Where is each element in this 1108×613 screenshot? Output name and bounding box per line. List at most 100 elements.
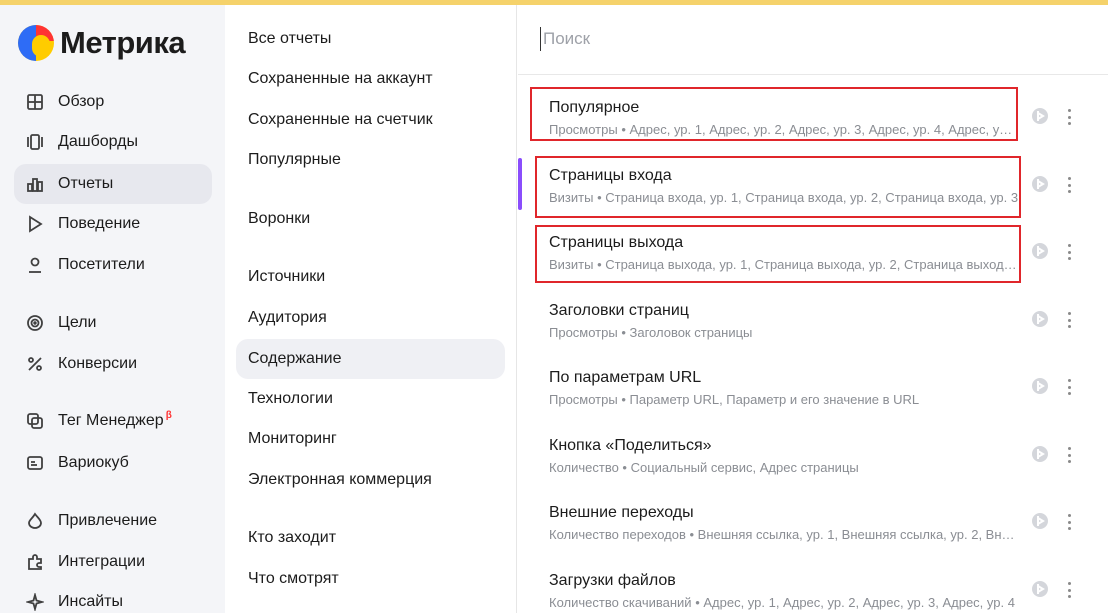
report-title: Заголовки страниц <box>549 302 689 319</box>
sidebar-item-label: Посетители <box>58 256 145 273</box>
report-title: Кнопка «Поделиться» <box>549 437 712 454</box>
more-menu-icon[interactable] <box>1063 309 1075 331</box>
report-dimensions: Страница входа, ур. 1, Страница входа, у… <box>605 190 1019 205</box>
report-title: Загрузки файлов <box>549 572 676 589</box>
sidebar-item-label: Цели <box>58 314 97 331</box>
sidebar-item-integrations[interactable]: Интеграции <box>14 542 212 582</box>
report-dimensions: Адрес, ур. 1, Адрес, ур. 2, Адрес, ур. 3… <box>629 122 1020 137</box>
report-group-all[interactable]: Все отчеты <box>236 19 505 59</box>
report-group-saved-counter[interactable]: Сохраненные на счетчик <box>236 100 505 140</box>
report-subtitle: Визиты • Страница выхода, ур. 1, Страниц… <box>549 257 1019 272</box>
sidebar-item-label: Интеграции <box>58 553 146 570</box>
report-subtitle: Количество • Социальный сервис, Адрес ст… <box>549 460 859 475</box>
share-icon[interactable] <box>1031 242 1049 260</box>
share-icon[interactable] <box>1031 445 1049 463</box>
main-sidebar: Метрика Обзор Дашборды Отчеты Поведение … <box>0 5 225 613</box>
report-group-label: Что смотрят <box>248 570 339 587</box>
more-menu-icon[interactable] <box>1063 444 1075 466</box>
report-group-popular[interactable]: Популярные <box>236 140 505 180</box>
report-item-popular[interactable]: Популярное Просмотры • Адрес, ур. 1, Адр… <box>518 91 1108 155</box>
report-title: По параметрам URL <box>549 369 702 386</box>
share-icon[interactable] <box>1031 512 1049 530</box>
sidebar-item-visitors[interactable]: Посетители <box>14 245 212 285</box>
report-subtitle: Количество скачиваний • Адрес, ур. 1, Ад… <box>549 595 1015 610</box>
report-group-label: Популярные <box>248 151 341 168</box>
search-bar <box>518 5 1108 75</box>
sidebar-item-acquisition[interactable]: Привлечение <box>14 501 212 541</box>
sidebar-item-conversions[interactable]: Конверсии <box>14 344 212 384</box>
report-group-content[interactable]: Содержание <box>236 339 505 379</box>
report-item-share-button[interactable]: Кнопка «Поделиться» Количество • Социаль… <box>518 429 1108 493</box>
report-group-label: Сохраненные на аккаунт <box>248 70 433 87</box>
sidebar-item-reports[interactable]: Отчеты <box>14 164 212 204</box>
report-group-monitoring[interactable]: Мониторинг <box>236 419 505 459</box>
sidebar-item-label: Дашборды <box>58 133 138 150</box>
report-group-label: Технологии <box>248 390 333 407</box>
report-item-entry-pages[interactable]: Страницы входа Визиты • Страница входа, … <box>518 159 1108 223</box>
search-input[interactable] <box>540 27 1080 51</box>
play-icon <box>26 215 44 233</box>
share-icon[interactable] <box>1031 175 1049 193</box>
more-menu-icon[interactable] <box>1063 174 1075 196</box>
sidebar-item-insights[interactable]: Инсайты <box>14 582 212 613</box>
grid-icon <box>26 93 44 111</box>
report-group-label: Сохраненные на счетчик <box>248 111 433 128</box>
more-menu-icon[interactable] <box>1063 511 1075 533</box>
report-group-saved-account[interactable]: Сохраненные на аккаунт <box>236 59 505 99</box>
report-item-external-links[interactable]: Внешние переходы Количество переходов • … <box>518 496 1108 560</box>
sidebar-item-goals[interactable]: Цели <box>14 303 212 343</box>
report-metric: Визиты <box>549 257 594 272</box>
report-group-label: Аудитория <box>248 309 327 326</box>
report-group-label: Содержание <box>248 350 342 367</box>
more-menu-icon[interactable] <box>1063 241 1075 263</box>
report-metric: Количество <box>549 460 619 475</box>
share-icon[interactable] <box>1031 580 1049 598</box>
share-icon[interactable] <box>1031 107 1049 125</box>
metrika-logo[interactable]: Метрика <box>18 25 186 61</box>
report-metric: Просмотры <box>549 325 618 340</box>
more-menu-icon[interactable] <box>1063 579 1075 601</box>
report-group-label: Кто заходит <box>248 529 337 546</box>
report-item-file-downloads[interactable]: Загрузки файлов Количество скачиваний • … <box>518 564 1108 613</box>
sidebar-item-variocube[interactable]: Вариокуб <box>14 443 212 483</box>
report-dimensions: Внешняя ссылка, ур. 1, Внешняя ссылка, у… <box>697 527 1019 542</box>
report-group-audience[interactable]: Аудитория <box>236 298 505 338</box>
report-metric: Просмотры <box>549 122 618 137</box>
sidebar-item-label: Обзор <box>58 93 105 110</box>
report-item-page-titles[interactable]: Заголовки страниц Просмотры • Заголовок … <box>518 294 1108 358</box>
report-title: Страницы входа <box>549 167 672 184</box>
report-title: Страницы выхода <box>549 234 684 251</box>
report-group-technologies[interactable]: Технологии <box>236 379 505 419</box>
logo-text: Метрика <box>60 25 186 60</box>
report-item-url-params[interactable]: По параметрам URL Просмотры • Параметр U… <box>518 361 1108 425</box>
report-subtitle: Просмотры • Параметр URL, Параметр и его… <box>549 392 920 407</box>
report-dimensions: Параметр URL, Параметр и его значение в … <box>629 392 920 407</box>
report-metric: Просмотры <box>549 392 618 407</box>
tag-manager-icon <box>26 412 44 430</box>
report-metric: Количество переходов <box>549 527 686 542</box>
report-subtitle: Количество переходов • Внешняя ссылка, у… <box>549 527 1019 542</box>
more-menu-icon[interactable] <box>1063 106 1075 128</box>
percent-icon <box>26 355 44 373</box>
flame-icon <box>26 512 44 530</box>
report-dimensions: Адрес, ур. 1, Адрес, ур. 2, Адрес, ур. 3… <box>703 595 1015 610</box>
report-group-sources[interactable]: Источники <box>236 257 505 297</box>
share-icon[interactable] <box>1031 377 1049 395</box>
metrika-logo-icon <box>18 25 54 61</box>
report-item-exit-pages[interactable]: Страницы выхода Визиты • Страница выхода… <box>518 226 1108 290</box>
report-group-label: Все отчеты <box>248 30 332 47</box>
report-group-who-visits[interactable]: Кто заходит <box>236 518 505 558</box>
report-title: Внешние переходы <box>549 504 694 521</box>
sidebar-item-tag-manager[interactable]: Тег Менеджер β <box>14 401 212 441</box>
report-group-ecommerce[interactable]: Электронная коммерция <box>236 460 505 500</box>
share-icon[interactable] <box>1031 310 1049 328</box>
user-icon <box>26 256 44 274</box>
sidebar-item-overview[interactable]: Обзор <box>14 82 212 122</box>
reports-panel: Популярное Просмотры • Адрес, ур. 1, Адр… <box>518 5 1108 613</box>
report-group-funnels[interactable]: Воронки <box>236 199 505 239</box>
report-group-what-they-view[interactable]: Что смотрят <box>236 559 505 599</box>
report-dimensions: Заголовок страницы <box>629 325 753 340</box>
sidebar-item-dashboards[interactable]: Дашборды <box>14 122 212 162</box>
sidebar-item-behavior[interactable]: Поведение <box>14 204 212 244</box>
more-menu-icon[interactable] <box>1063 376 1075 398</box>
